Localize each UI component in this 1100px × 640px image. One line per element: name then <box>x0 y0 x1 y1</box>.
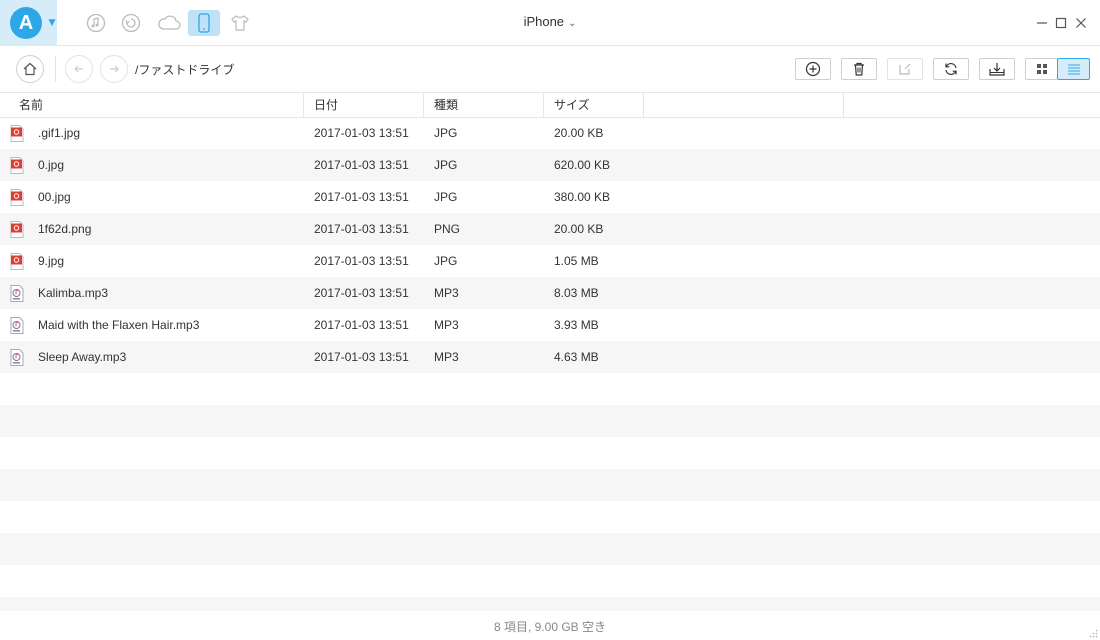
empty-row <box>0 597 1100 611</box>
file-type: JPG <box>434 190 458 204</box>
audio-file-icon <box>10 317 24 334</box>
file-size: 620.00 KB <box>554 158 611 172</box>
file-date: 2017-01-03 13:51 <box>314 158 409 172</box>
file-type: PNG <box>434 222 461 236</box>
file-list: .gif1.jpg 2017-01-03 13:51 JPG 20.00 KB … <box>0 117 1100 611</box>
column-header-name[interactable]: 名前 <box>9 93 304 117</box>
file-name: 9.jpg <box>38 254 65 268</box>
delete-button[interactable] <box>841 58 877 80</box>
file-name: 0.jpg <box>38 158 65 172</box>
audio-file-icon <box>10 285 24 302</box>
breadcrumb: /ファストドライブ <box>135 63 235 77</box>
plus-circle-icon <box>805 61 821 77</box>
table-row[interactable]: Kalimba.mp3 2017-01-03 13:51 MP3 8.03 MB <box>0 277 1100 309</box>
edit-icon <box>899 63 911 75</box>
add-button[interactable] <box>795 58 831 80</box>
divider <box>55 56 56 82</box>
file-name: Sleep Away.mp3 <box>38 350 127 364</box>
table-header: 名前 日付 種類 サイズ <box>0 92 1100 118</box>
file-date: 2017-01-03 13:51 <box>314 222 409 236</box>
status-bar: 8 項目, 9.00 GB 空き <box>0 611 1100 640</box>
image-file-icon <box>10 125 24 142</box>
file-size: 1.05 MB <box>554 254 599 268</box>
file-name: 1f62d.png <box>38 222 92 236</box>
resize-grip-icon[interactable] <box>1088 628 1098 638</box>
chevron-down-icon: ⌄ <box>568 18 577 29</box>
maximize-button[interactable] <box>1050 12 1072 34</box>
edit-button[interactable] <box>887 58 923 80</box>
table-row[interactable]: 1f62d.png 2017-01-03 13:51 PNG 20.00 KB <box>0 213 1100 245</box>
file-date: 2017-01-03 13:51 <box>314 126 409 140</box>
file-size: 4.63 MB <box>554 350 599 364</box>
arrow-left-icon <box>74 65 83 73</box>
export-button[interactable] <box>979 58 1015 80</box>
file-name: Kalimba.mp3 <box>38 286 109 300</box>
forward-button[interactable] <box>100 55 128 83</box>
list-view-button[interactable] <box>1057 58 1090 80</box>
file-size: 380.00 KB <box>554 190 611 204</box>
empty-row <box>0 373 1100 405</box>
file-name: Maid with the Flaxen Hair.mp3 <box>38 318 200 332</box>
empty-row <box>0 437 1100 469</box>
file-date: 2017-01-03 13:51 <box>314 190 409 204</box>
file-type: JPG <box>434 254 458 268</box>
download-tray-icon <box>989 63 1005 76</box>
home-button[interactable] <box>16 55 44 83</box>
file-date: 2017-01-03 13:51 <box>314 254 409 268</box>
file-type: JPG <box>434 158 458 172</box>
toolbar: /ファストドライブ <box>0 46 1100 92</box>
arrow-right-icon <box>110 65 119 73</box>
table-row[interactable]: 0.jpg 2017-01-03 13:51 JPG 620.00 KB <box>0 149 1100 181</box>
file-type: JPG <box>434 126 458 140</box>
empty-row <box>0 533 1100 565</box>
grid-view-button[interactable] <box>1025 58 1058 80</box>
file-date: 2017-01-03 13:51 <box>314 318 409 332</box>
image-file-icon <box>10 253 24 270</box>
table-row[interactable]: Maid with the Flaxen Hair.mp3 2017-01-03… <box>0 309 1100 341</box>
file-type: MP3 <box>434 286 459 300</box>
device-selector[interactable]: iPhone ⌄ <box>0 14 1100 29</box>
home-icon <box>23 62 37 76</box>
empty-row <box>0 469 1100 501</box>
status-text: 8 項目, 9.00 GB 空き <box>493 620 607 634</box>
column-header-empty <box>644 93 844 117</box>
file-size: 3.93 MB <box>554 318 599 332</box>
file-name: 00.jpg <box>38 190 71 204</box>
list-icon <box>1067 64 1080 75</box>
file-date: 2017-01-03 13:51 <box>314 350 409 364</box>
image-file-icon <box>10 189 24 206</box>
grid-icon <box>1036 64 1047 74</box>
device-title: iPhone <box>523 14 565 29</box>
image-file-icon <box>10 221 24 238</box>
empty-row <box>0 405 1100 437</box>
audio-file-icon <box>10 349 24 366</box>
file-date: 2017-01-03 13:51 <box>314 286 409 300</box>
trash-icon <box>854 62 864 76</box>
back-button[interactable] <box>65 55 93 83</box>
table-row[interactable]: 00.jpg 2017-01-03 13:51 JPG 380.00 KB <box>0 181 1100 213</box>
file-size: 8.03 MB <box>554 286 599 300</box>
file-name: .gif1.jpg <box>38 126 81 140</box>
file-type: MP3 <box>434 318 459 332</box>
column-header-type[interactable]: 種類 <box>424 93 544 117</box>
title-bar: A ▼ iPhone ⌄ <box>0 0 1100 46</box>
column-header-size[interactable]: サイズ <box>544 93 644 117</box>
table-row[interactable]: Sleep Away.mp3 2017-01-03 13:51 MP3 4.63… <box>0 341 1100 373</box>
table-row[interactable]: 9.jpg 2017-01-03 13:51 JPG 1.05 MB <box>0 245 1100 277</box>
file-size: 20.00 KB <box>554 126 604 140</box>
refresh-button[interactable] <box>933 58 969 80</box>
file-size: 20.00 KB <box>554 222 604 236</box>
image-file-icon <box>10 157 24 174</box>
table-row[interactable]: .gif1.jpg 2017-01-03 13:51 JPG 20.00 KB <box>0 117 1100 149</box>
file-type: MP3 <box>434 350 459 364</box>
refresh-icon <box>945 63 957 75</box>
close-button[interactable] <box>1070 12 1092 34</box>
empty-row <box>0 565 1100 597</box>
column-header-date[interactable]: 日付 <box>304 93 424 117</box>
empty-row <box>0 501 1100 533</box>
